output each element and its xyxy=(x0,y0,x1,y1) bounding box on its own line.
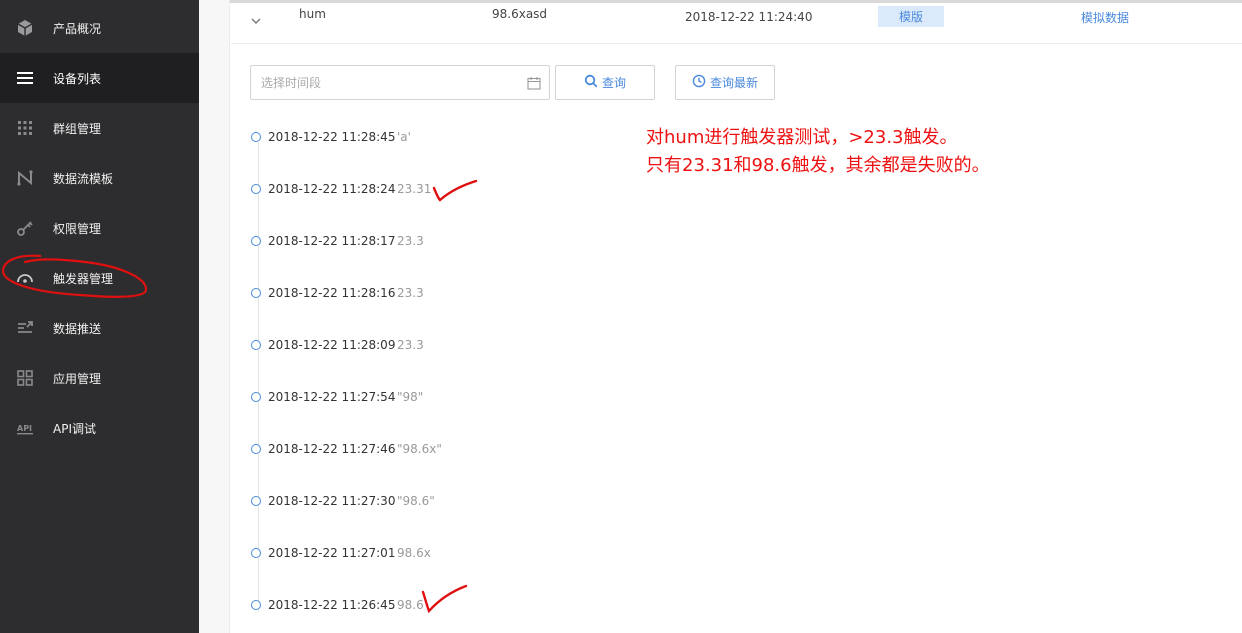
sidebar-item-label: API调试 xyxy=(53,421,96,436)
history-value: "98.6x" xyxy=(397,442,442,456)
history-time: 2018-12-22 11:27:01 xyxy=(268,546,396,560)
history-time: 2018-12-22 11:27:54 xyxy=(268,390,396,404)
datastream-row: hum 98.6xasd 2018-12-22 11:24:40 模版 模拟数据 xyxy=(231,3,1242,44)
timeline-dot-icon xyxy=(251,444,261,454)
history-value: 23.31 xyxy=(397,182,432,196)
grid-dots-icon xyxy=(15,118,35,138)
history-time: 2018-12-22 11:27:30 xyxy=(268,494,396,508)
timeline-dot-icon xyxy=(251,236,261,246)
sidebar: 产品概况 设备列表 群组管理 数据流模板 权限管理 触发器管理 数据推送 应用管… xyxy=(0,0,199,633)
query-latest-button[interactable]: 查询最新 xyxy=(675,65,775,100)
sidebar-item-group-management[interactable]: 群组管理 xyxy=(0,103,199,153)
sidebar-item-device-list[interactable]: 设备列表 xyxy=(0,53,199,103)
sidebar-item-label: 触发器管理 xyxy=(53,271,114,286)
cube-icon xyxy=(15,18,35,38)
sidebar-item-label: 群组管理 xyxy=(53,121,102,136)
simulate-data-link[interactable]: 模拟数据 xyxy=(1081,9,1129,26)
datastream-value: 98.6xasd xyxy=(492,7,548,21)
sidebar-item-label: 应用管理 xyxy=(53,371,102,386)
timeline-line xyxy=(258,142,259,612)
datastream-name: hum xyxy=(299,7,326,21)
annotation-line-1: 对hum进行触发器测试，>23.3触发。 xyxy=(646,127,958,148)
timeline-dot-icon xyxy=(251,132,261,142)
mode-badge: 模版 xyxy=(878,6,944,27)
history-time: 2018-12-22 11:27:46 xyxy=(268,442,396,456)
list-icon xyxy=(15,68,35,88)
apps-icon xyxy=(15,368,35,388)
content-gutter xyxy=(199,0,230,633)
sidebar-item-app-management[interactable]: 应用管理 xyxy=(0,353,199,403)
history-value: "98.6" xyxy=(397,494,435,508)
sidebar-item-trigger-management[interactable]: 触发器管理 xyxy=(0,253,199,303)
query-button-label: 查询 xyxy=(601,76,626,90)
timeline-dot-icon xyxy=(251,288,261,298)
history-value: 'a' xyxy=(397,130,411,144)
timeline-dot-icon xyxy=(251,600,261,610)
key-icon xyxy=(15,218,35,238)
sidebar-item-label: 数据推送 xyxy=(53,321,102,336)
history-time: 2018-12-22 11:28:24 xyxy=(268,182,396,196)
refresh-clock-icon xyxy=(692,74,706,91)
history-time: 2018-12-22 11:28:45 xyxy=(268,130,396,144)
history-value: 23.3 xyxy=(397,286,424,300)
sidebar-item-permission-management[interactable]: 权限管理 xyxy=(0,203,199,253)
history-time: 2018-12-22 11:28:09 xyxy=(268,338,396,352)
sidebar-item-datastream-template[interactable]: 数据流模板 xyxy=(0,153,199,203)
sidebar-item-label: 权限管理 xyxy=(53,221,102,236)
sidebar-item-api-debug[interactable]: API API调试 xyxy=(0,403,199,453)
flow-icon xyxy=(15,168,35,188)
gauge-icon xyxy=(15,268,35,288)
sidebar-item-product-overview[interactable]: 产品概况 xyxy=(0,3,199,53)
chevron-down-icon[interactable] xyxy=(251,11,261,24)
checkmark xyxy=(432,179,478,202)
history-value: "98" xyxy=(397,390,424,404)
sidebar-item-label: 产品概况 xyxy=(53,21,102,36)
timeline-dot-icon xyxy=(251,548,261,558)
sidebar-item-label: 设备列表 xyxy=(53,71,102,86)
calendar-icon xyxy=(527,75,541,90)
sidebar-item-data-push[interactable]: 数据推送 xyxy=(0,303,199,353)
timeline-dot-icon xyxy=(251,496,261,506)
api-icon: API xyxy=(15,418,35,438)
timeline-dot-icon xyxy=(251,184,261,194)
timeline-dot-icon xyxy=(251,392,261,402)
sidebar-item-label: 数据流模板 xyxy=(53,171,114,186)
history-time: 2018-12-22 11:28:17 xyxy=(268,234,396,248)
query-latest-button-label: 查询最新 xyxy=(709,76,758,90)
history-time: 2018-12-22 11:28:16 xyxy=(268,286,396,300)
history-value: 98.6 xyxy=(397,598,424,612)
time-range-input[interactable] xyxy=(261,74,511,92)
time-range-picker[interactable] xyxy=(250,65,550,100)
history-value: 23.3 xyxy=(397,338,424,352)
svg-text:API: API xyxy=(17,424,32,433)
annotation-line-2: 只有23.31和98.6触发，其余都是失败的。 xyxy=(646,155,990,176)
search-icon xyxy=(584,74,598,91)
push-icon xyxy=(15,318,35,338)
history-value: 23.3 xyxy=(397,234,424,248)
datastream-time: 2018-12-22 11:24:40 xyxy=(685,10,813,24)
history-value: 98.6x xyxy=(397,546,431,560)
checkmark xyxy=(421,584,468,614)
history-time: 2018-12-22 11:26:45 xyxy=(268,598,396,612)
query-button[interactable]: 查询 xyxy=(555,65,655,100)
timeline-dot-icon xyxy=(251,340,261,350)
